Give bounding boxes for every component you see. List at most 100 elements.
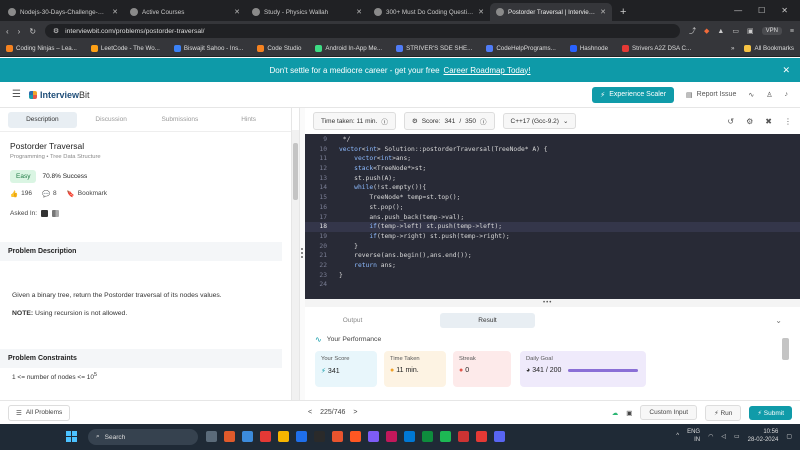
code-line[interactable]: 12 stack<TreeNode*>st; [305, 164, 800, 174]
notifications-icon[interactable]: ▢ [786, 433, 792, 440]
url-field[interactable]: ⚙ interviewbit.com/problems/postorder-tr… [45, 24, 680, 38]
custom-input-button[interactable]: Custom Input [640, 405, 698, 420]
taskbar-app-icon[interactable] [278, 431, 289, 442]
bookmark-item[interactable]: CodeHelpPrograms... [486, 45, 556, 52]
bookmark-item[interactable]: Android In-App Me... [315, 45, 382, 52]
interviewbit-logo[interactable]: InterviewBit [28, 90, 90, 100]
code-line[interactable]: 24 [305, 280, 800, 290]
taskbar-app-icon[interactable] [332, 431, 343, 442]
volume-icon[interactable]: ◁ [721, 433, 726, 440]
close-tab-icon[interactable]: ✕ [356, 8, 362, 16]
close-tab-icon[interactable]: ✕ [234, 8, 240, 16]
tab-hints[interactable]: Hints [214, 112, 283, 128]
taskbar-app-icon[interactable] [494, 431, 505, 442]
taskbar-app-icon[interactable] [404, 431, 415, 442]
scrollbar-thumb[interactable] [293, 143, 298, 200]
rewards-icon[interactable]: ▲ [717, 28, 724, 35]
output-scrollbar[interactable] [782, 338, 789, 360]
wifi-icon[interactable]: ◠ [708, 433, 713, 440]
cloud-sync-icon[interactable]: ☁ [612, 409, 619, 417]
all-problems-button[interactable]: ☰ All Problems [8, 404, 71, 421]
microsoft-logo-icon[interactable] [52, 210, 60, 217]
taskbar-app-icon[interactable] [476, 431, 487, 442]
browser-tab[interactable]: Postorder Traversal | InterviewBit ✕ [490, 3, 612, 21]
wallet-icon[interactable]: ▣ [747, 27, 754, 35]
taskbar-app-icon[interactable] [386, 431, 397, 442]
code-editor[interactable]: 9 */10 vector<int> Solution::postorderTra… [305, 134, 800, 299]
browser-tab[interactable]: Study - Physics Wallah ✕ [246, 3, 368, 21]
minimize-icon[interactable]: — [734, 6, 742, 15]
sidebar-icon[interactable]: ▭ [732, 27, 739, 35]
windows-start-icon[interactable] [66, 431, 77, 442]
menu-icon[interactable]: ≡ [790, 28, 794, 35]
bookmark-button[interactable]: 🔖 Bookmark [67, 190, 107, 198]
amazon-logo-icon[interactable] [41, 210, 49, 217]
bookmark-item[interactable]: Coding Ninjas – Lea... [6, 45, 77, 52]
bookmark-item[interactable]: Code Studio [257, 45, 301, 52]
maximize-icon[interactable]: ☐ [758, 6, 765, 15]
clock[interactable]: 10:56 28-02-2024 [748, 428, 779, 444]
collapse-output-icon[interactable]: ⌄ [775, 316, 782, 325]
taskbar-app-icon[interactable] [350, 431, 361, 442]
next-problem-button[interactable]: > [353, 409, 357, 416]
tab-description[interactable]: Description [8, 111, 77, 128]
code-line[interactable]: 13 st.push(A); [305, 174, 800, 184]
vpn-button[interactable]: VPN [761, 27, 782, 35]
report-issue-button[interactable]: ▤ Report Issue [686, 91, 736, 99]
hamburger-menu-icon[interactable]: ☰ [12, 89, 21, 100]
run-button[interactable]: ⚡ Run [705, 404, 742, 421]
career-roadmap-link[interactable]: Career Roadmap Today! [444, 66, 531, 75]
code-line[interactable]: 11 vector<int>ans; [305, 154, 800, 164]
tab-output[interactable]: Output [305, 313, 400, 328]
taskbar-search[interactable]: ⌕ Search [88, 429, 198, 445]
fullscreen-icon[interactable]: ✖ [765, 117, 772, 126]
notification-bell-icon[interactable]: ♪ [785, 91, 789, 98]
splitter-grip-icon[interactable] [301, 248, 304, 258]
user-icon[interactable]: ♙ [766, 91, 772, 99]
forward-icon[interactable]: › [18, 27, 21, 36]
browser-tab[interactable]: Active Courses ✕ [124, 3, 246, 21]
splitter-dots-icon[interactable]: ••• [543, 300, 552, 306]
editor-output-splitter[interactable]: ••• [305, 299, 800, 307]
code-line[interactable]: 14 while(!st.empty()){ [305, 183, 800, 193]
share-icon[interactable]: ⤴ [689, 26, 696, 36]
browser-tab[interactable]: 300+ Must Do Coding Questions fro✕ [368, 3, 490, 21]
taskbar-app-icon[interactable] [458, 431, 469, 442]
code-line[interactable]: 18 if(temp->left) st.push(temp->left); [305, 222, 800, 232]
comments-button[interactable]: 💬 8 [42, 190, 57, 198]
close-window-icon[interactable]: ✕ [781, 6, 788, 15]
close-tab-icon[interactable]: ✕ [600, 8, 606, 16]
taskbar-app-icon[interactable] [206, 431, 217, 442]
tab-result[interactable]: Result [440, 313, 535, 328]
taskbar-app-icon[interactable] [224, 431, 235, 442]
tab-discussion[interactable]: Discussion [77, 112, 146, 128]
code-line[interactable]: 17 ans.push_back(temp->val); [305, 213, 800, 223]
problem-panel-scrollbar[interactable] [292, 130, 299, 400]
language-indicator[interactable]: ENG IN [687, 428, 700, 444]
reset-code-icon[interactable]: ↺ [727, 117, 734, 126]
bookmark-item[interactable]: LeetCode - The Wo... [90, 45, 160, 52]
code-line[interactable]: 10 vector<int> Solution::postorderTravers… [305, 145, 800, 155]
brave-shield-icon[interactable]: ◆ [704, 27, 709, 35]
tray-overflow-icon[interactable]: ^ [676, 433, 679, 439]
terminal-icon[interactable]: ▣ [626, 409, 632, 417]
banner-close-icon[interactable]: ✕ [782, 65, 790, 76]
back-icon[interactable]: ‹ [6, 27, 9, 36]
taskbar-app-icon[interactable] [440, 431, 451, 442]
taskbar-app-icon[interactable] [242, 431, 253, 442]
bookmarks-overflow-button[interactable]: » [731, 45, 734, 52]
bookmark-item[interactable]: STRIVER'S SDE SHE... [396, 45, 472, 52]
experience-scaler-button[interactable]: ⚡ Experience Scaler [592, 86, 675, 103]
close-tab-icon[interactable]: ✕ [478, 8, 484, 16]
code-line[interactable]: 15 TreeNode* temp=st.top(); [305, 193, 800, 203]
tab-submissions[interactable]: Submissions [146, 112, 215, 128]
language-select[interactable]: C++17 (Gcc-9.2) ⌄ [502, 113, 577, 129]
reload-icon[interactable]: ↻ [29, 27, 36, 36]
bookmark-item[interactable]: Strivers A2Z DSA C... [622, 45, 691, 52]
taskbar-app-icon[interactable] [260, 431, 271, 442]
score-info-icon[interactable]: ⓘ [480, 116, 487, 126]
code-line[interactable]: 23} [305, 271, 800, 281]
taskbar-app-icon[interactable] [368, 431, 379, 442]
bookmark-item[interactable]: Biswajit Sahoo - Ins... [173, 45, 243, 52]
all-bookmarks-button[interactable]: All Bookmarks [744, 45, 794, 52]
